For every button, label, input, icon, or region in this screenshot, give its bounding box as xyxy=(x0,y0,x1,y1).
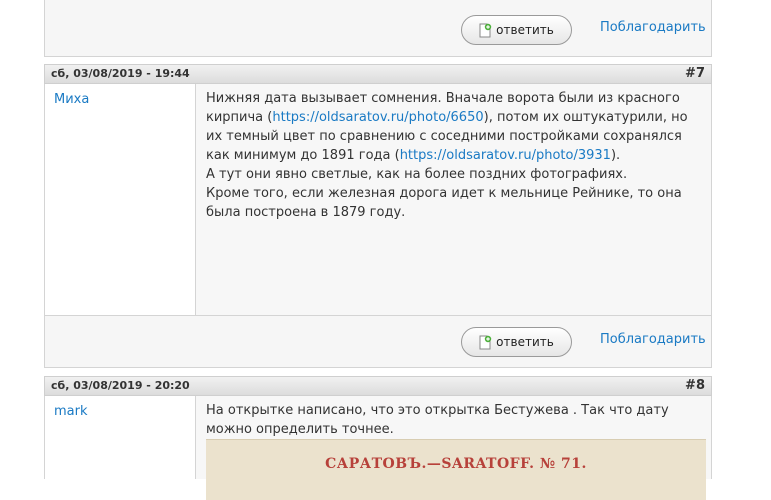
post-header: сб, 03/08/2019 - 19:44 #7 xyxy=(44,64,712,84)
post-paragraph: А тут они явно светлые, как на более поз… xyxy=(206,167,628,182)
post-paragraph: Кроме того, если железная дорога идет к … xyxy=(206,186,682,220)
post-paragraph: На открытке написано, что это открытка Б… xyxy=(206,403,669,437)
post-number-link[interactable]: #8 xyxy=(685,378,705,393)
author-column: Миха xyxy=(45,84,196,316)
author-link[interactable]: Миха xyxy=(54,92,89,107)
postcard-image[interactable]: САРАТОВЪ.—SARATOFF. № 71. xyxy=(206,439,706,500)
reply-label: ответить xyxy=(496,23,554,37)
post-header: сб, 03/08/2019 - 20:20 #8 xyxy=(44,376,712,396)
author-link[interactable]: mark xyxy=(54,404,88,419)
post-paragraph: Нижняя дата вызывает сомнения. Вначале в… xyxy=(206,89,701,165)
post-text: Нижняя дата вызывает сомнения. Вначале в… xyxy=(206,89,701,222)
postcard-caption: САРАТОВЪ.—SARATOFF. № 71. xyxy=(325,456,587,472)
reply-button[interactable]: ответить xyxy=(461,327,572,357)
post-content: Нижняя дата вызывает сомнения. Вначале в… xyxy=(196,84,711,316)
post-footer: ответить Поблагодарить xyxy=(44,315,712,368)
post-text: На открытке написано, что это открытка Б… xyxy=(206,401,701,439)
reply-icon xyxy=(479,23,492,38)
post-date: сб, 03/08/2019 - 20:20 xyxy=(51,379,190,392)
post-body: Миха Нижняя дата вызывает сомнения. Внач… xyxy=(44,84,712,316)
post-number-link[interactable]: #7 xyxy=(685,66,705,81)
photo-link[interactable]: https://oldsaratov.ru/photo/3931 xyxy=(400,148,611,163)
photo-link[interactable]: https://oldsaratov.ru/photo/6650 xyxy=(272,110,483,125)
reply-icon xyxy=(479,335,492,350)
thank-link[interactable]: Поблагодарить xyxy=(600,20,706,35)
thank-link[interactable]: Поблагодарить xyxy=(600,332,706,347)
reply-label: ответить xyxy=(496,335,554,349)
post-content: На открытке написано, что это открытка Б… xyxy=(196,396,711,500)
post-footer-prev: ответить Поблагодарить xyxy=(44,0,712,57)
reply-button[interactable]: ответить xyxy=(461,15,572,45)
author-column: mark xyxy=(45,396,196,479)
text-segment: ). xyxy=(610,148,621,163)
post-body: mark На открытке написано, что это откры… xyxy=(44,396,712,500)
post-date: сб, 03/08/2019 - 19:44 xyxy=(51,67,190,80)
